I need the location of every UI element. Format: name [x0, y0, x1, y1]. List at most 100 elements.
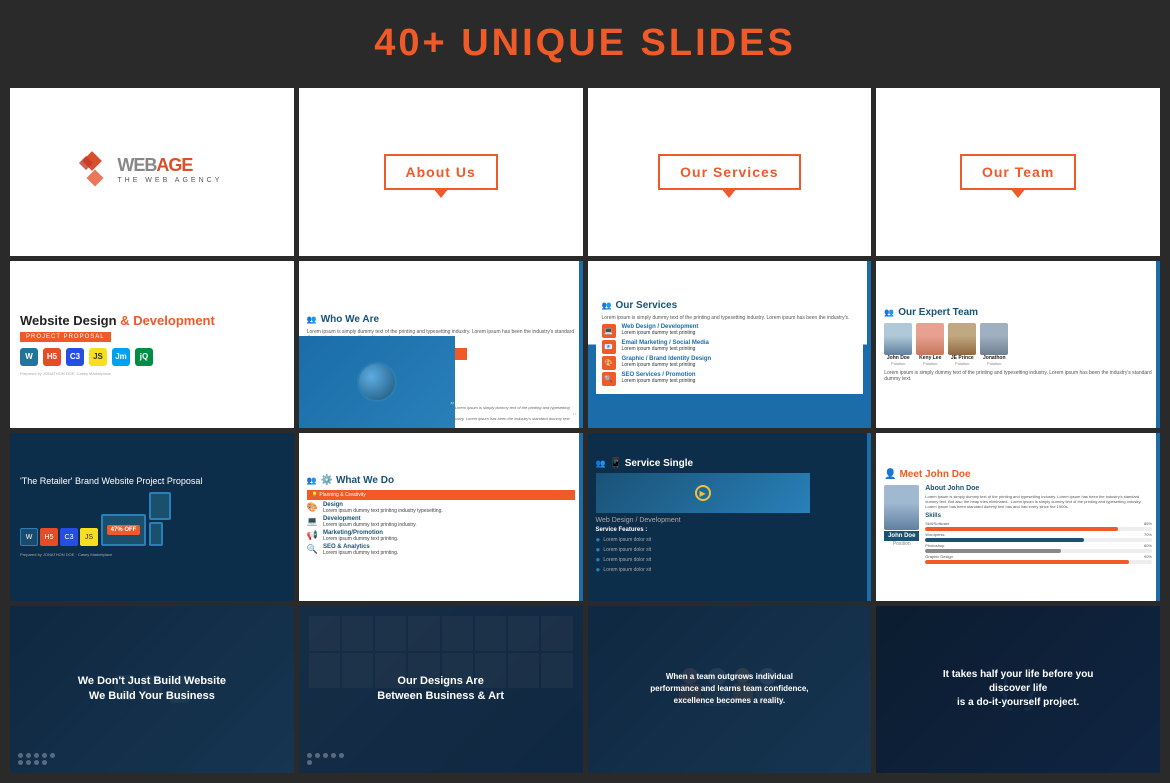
service-web: 💻 Web Design / Development Lorem ipsum d…	[602, 324, 858, 338]
prince-name: JE Prince	[948, 355, 976, 361]
person-icon: 👤	[884, 469, 896, 480]
our-services-label: Our Services	[658, 154, 800, 190]
team-member-jonathon: Jonathon Position	[980, 323, 1008, 366]
service-single-subtitle: Web Design / Development	[596, 517, 864, 524]
service-email: 📧 Email Marketing / Social Media Lorem i…	[602, 340, 858, 354]
slide-about-us: About Us	[299, 88, 583, 256]
about-us-label: About Us	[384, 154, 498, 190]
js-icon: JS	[89, 348, 107, 366]
skill-3: Photoshop60%	[925, 543, 1152, 553]
slide-build-website: We Don't Just Build WebsiteWe Build Your…	[10, 606, 294, 774]
slide-our-team-title: Our Team	[876, 88, 1160, 256]
tech-icons-row: W H5 C3 JS Jm jQ	[20, 348, 153, 366]
main-title: 40+ UNIQUE SLIDES	[0, 0, 1170, 83]
web-icon: 💻	[602, 324, 616, 338]
html-icon: H5	[43, 348, 61, 366]
service-seo: 🔍 SEO Services / Promotion Lorem ipsum d…	[602, 372, 858, 386]
dot-3: ●	[596, 555, 601, 564]
skill-3-fill	[925, 549, 1061, 553]
meet-content: John Doe Position About John Doe Lorem i…	[884, 485, 1152, 565]
jquery-icon: jQ	[135, 348, 153, 366]
diy-content: It takes half your life before youdiscov…	[933, 658, 1104, 720]
service-graphic: 🎨 Graphic / Brand Identity Design Lorem …	[602, 356, 858, 370]
what-we-do-title: ⚙️ What We Do	[307, 475, 575, 486]
team-member-keny: Keny Lee Position	[916, 323, 944, 366]
seo-analytics-icon: 🔍	[307, 544, 318, 555]
slide-designs-art: Our Designs AreBetween Business & Art	[299, 606, 583, 774]
js-tech-icon: JS	[80, 528, 98, 546]
play-button[interactable]: ▶	[695, 485, 711, 501]
services-blue-accent	[867, 261, 871, 429]
retailer-footer: Prepared by JONATHON DOE · Casey Marketp…	[20, 552, 284, 557]
prepared-by: Prepared by JONATHON DOE, Casey Marketpl…	[20, 371, 111, 376]
keny-photo	[916, 323, 944, 355]
jonathon-name: Jonathon	[980, 355, 1008, 361]
team-confidence-text: When a team outgrows individualperforman…	[650, 671, 808, 707]
skill-3-label: Photoshop60%	[925, 543, 1152, 548]
wp-icon: W	[20, 528, 38, 546]
prince-role: Position	[948, 361, 976, 366]
blue-accent-bar	[579, 261, 583, 429]
person-photo	[884, 485, 919, 530]
slide-diy-quote: { } It takes half your life before youdi…	[876, 606, 1160, 774]
build-website-content: We Don't Just Build WebsiteWe Build Your…	[68, 664, 236, 715]
person-details: About John Doe Lorem ipsum is simply dum…	[925, 485, 1152, 565]
d4	[42, 753, 47, 758]
seo-desc: Lorem ipsum dummy text printing	[622, 378, 696, 384]
slides-grid: WEB AGE THE WEB AGENCY About Us Our Serv…	[0, 83, 1170, 783]
features-label: Service Features :	[596, 527, 864, 533]
planning-strip: 💡 Planning & Creativity	[307, 490, 575, 500]
skill-4-fill	[925, 560, 1129, 564]
slide-what-we-do: ⚙️ What We Do 💡 Planning & Creativity 🎨 …	[299, 433, 583, 601]
skill-1-bar	[925, 527, 1152, 531]
person-name-badge: John Doe	[884, 531, 919, 541]
slide-our-services-title: Our Services	[588, 88, 872, 256]
john-name: John Doe	[884, 355, 912, 361]
prince-photo	[948, 323, 976, 355]
slide-logo: WEB AGE THE WEB AGENCY	[10, 88, 294, 256]
slide-retailer: 'The Retailer' Brand Website Project Pro…	[10, 433, 294, 601]
slide-quote: " Lorem ipsum is simply dummy text of th…	[450, 401, 578, 423]
service-image-box: ▶	[596, 473, 810, 513]
dev-desc: Lorem ipsum dummy text printing industry…	[323, 522, 417, 528]
diy-title: It takes half your life before youdiscov…	[943, 668, 1094, 710]
email-icon: 📧	[602, 340, 616, 354]
person-role-badge: Position	[884, 541, 919, 547]
joomla-icon: Jm	[112, 348, 130, 366]
marketing-service: 📢 Marketing/Promotion Lorem ipsum dummy …	[307, 530, 575, 542]
our-team-label: Our Team	[960, 154, 1076, 190]
sale-badge: 47% OFF	[107, 525, 141, 535]
slide-web-design: Website Design & Development PROJECT PRO…	[10, 261, 294, 429]
d10	[307, 753, 312, 758]
services-detail-title: Our Services	[602, 300, 858, 311]
skill-1: Skill/Software85%	[925, 521, 1152, 531]
skills-label: Skills	[925, 513, 1152, 519]
slide-expert-team: Our Expert Team John Doe Position Keny L…	[876, 261, 1160, 429]
dot-2: ●	[596, 545, 601, 554]
service-single-title: 📱 Service Single	[596, 458, 864, 469]
jonathon-photo	[980, 323, 1008, 355]
marketing-icon: 📢	[307, 530, 318, 541]
feature-4: ● Lorem ipsum dolor sit	[596, 565, 864, 574]
service-blue-accent	[867, 433, 871, 601]
web-desc: Lorem ipsum dummy text printing	[622, 330, 699, 336]
skill-2-fill	[925, 538, 1084, 542]
d1	[18, 753, 23, 758]
email-desc: Lorem ipsum dummy text printing	[622, 346, 709, 352]
d5	[50, 753, 55, 758]
build-website-title: We Don't Just Build WebsiteWe Build Your…	[78, 674, 226, 705]
skill-3-bar	[925, 549, 1152, 553]
slide-who-we-are: Who We Are Lorem ipsum is simply dummy t…	[299, 261, 583, 429]
skill-4-bar	[925, 560, 1152, 564]
services-intro: Lorem ipsum is simply dummy text of the …	[602, 315, 858, 321]
skill-1-label: Skill/Software85%	[925, 521, 1152, 526]
team-photos-row: John Doe Position Keny Lee Position JE P…	[884, 323, 1152, 366]
logo-sub: THE WEB AGENCY	[117, 177, 222, 184]
d6	[18, 760, 23, 765]
seo-analytics-service: 🔍 SEO & Analytics Lorem ipsum dummy text…	[307, 544, 575, 556]
about-john-label: About John Doe	[925, 485, 1152, 492]
web-design-title: Website Design & Development	[20, 313, 215, 328]
skill-2-label: Wordpress70%	[925, 532, 1152, 537]
graphic-icon: 🎨	[602, 356, 616, 370]
globe-image	[299, 336, 455, 428]
